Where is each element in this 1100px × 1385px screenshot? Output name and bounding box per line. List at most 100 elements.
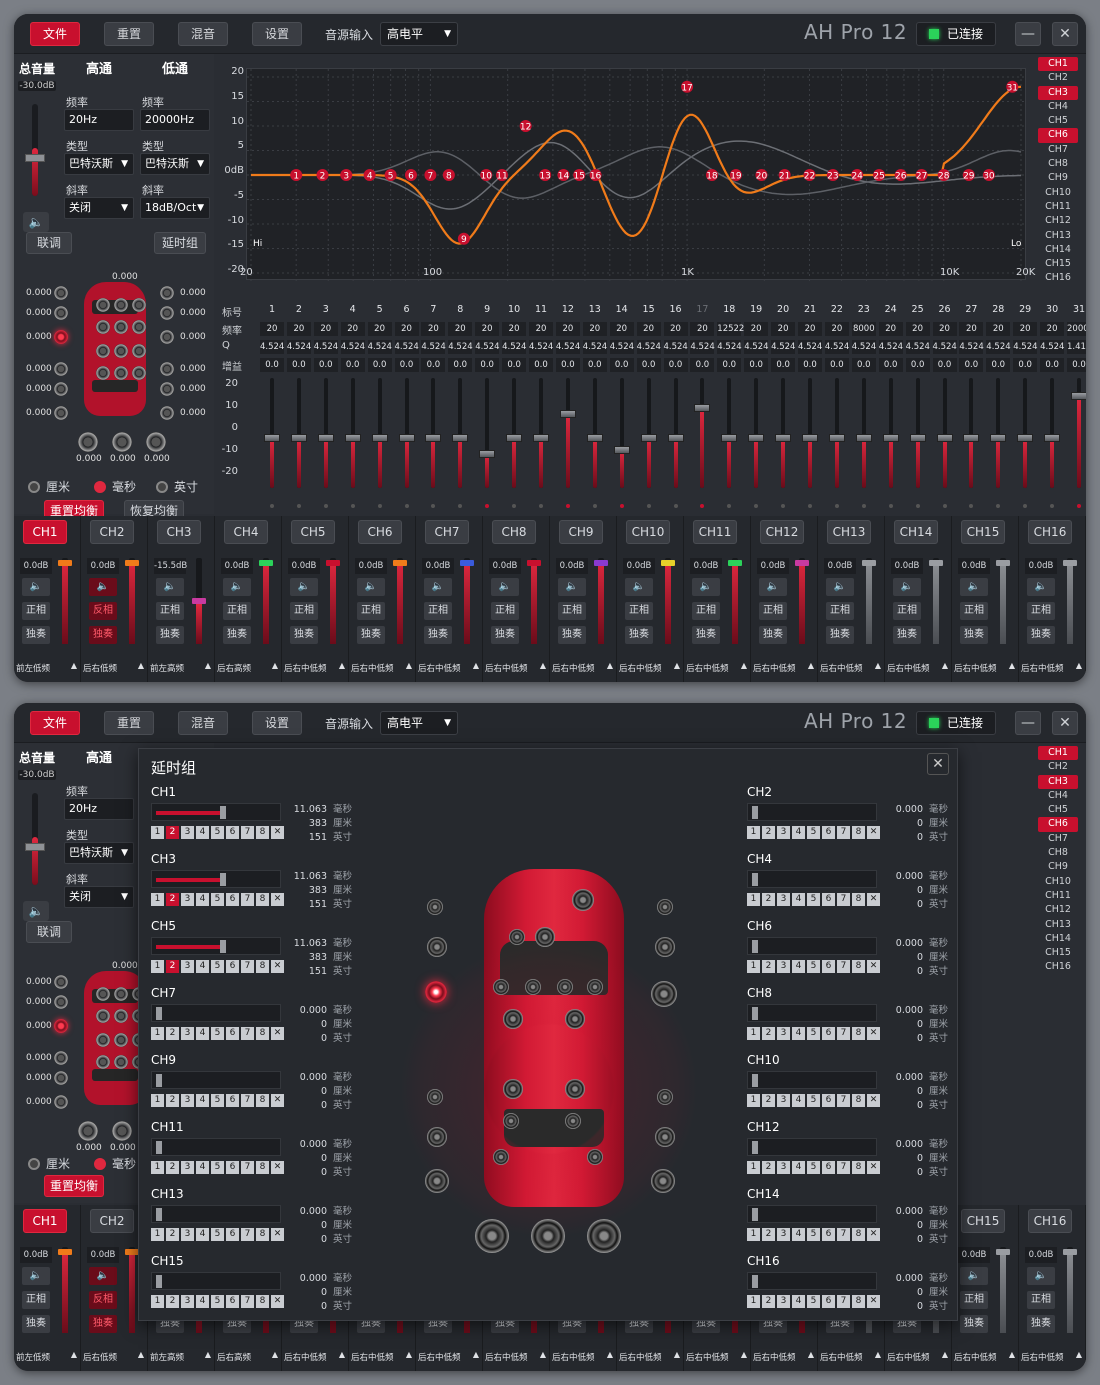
channel-select-ch3[interactable]: CH3 xyxy=(1038,774,1078,789)
eq-gain-knob[interactable] xyxy=(506,434,523,442)
eq-gain-knob[interactable] xyxy=(344,434,361,442)
settings-menu-button[interactable]: 设置 xyxy=(252,22,302,46)
delay-slider[interactable] xyxy=(151,937,281,955)
delay-value[interactable]: 0 xyxy=(287,1300,327,1314)
chevron-up-icon[interactable]: ▲ xyxy=(741,661,747,670)
eq-gain-knob[interactable] xyxy=(802,434,818,442)
delay-group-button-6[interactable]: 6 xyxy=(822,960,835,973)
channel-tab-ch11[interactable]: CH11 xyxy=(693,520,737,544)
reset-menu-button[interactable]: 重置 xyxy=(104,711,154,735)
link-button[interactable]: 联调 xyxy=(26,921,72,943)
channel-tab-ch4[interactable]: CH4 xyxy=(224,520,268,544)
delay-group-button-8[interactable]: 8 xyxy=(852,826,865,839)
eq-q-cell[interactable]: 4.524 xyxy=(986,340,1011,354)
chevron-up-icon[interactable]: ▲ xyxy=(1076,1350,1082,1359)
delay-group-button-✕[interactable]: ✕ xyxy=(867,1027,880,1040)
chevron-up-icon[interactable]: ▲ xyxy=(406,1350,412,1359)
delay-group-button-3[interactable]: 3 xyxy=(181,893,194,906)
car-speaker-dot[interactable] xyxy=(96,1055,110,1069)
delay-group-button-4[interactable]: 4 xyxy=(792,893,805,906)
hp-type-select[interactable]: 巴特沃斯 ▼ xyxy=(64,842,134,864)
speaker-dot-left[interactable] xyxy=(54,1095,68,1109)
phase-button[interactable]: 正相 xyxy=(625,602,653,620)
speaker-mute-icon[interactable]: 🔈 xyxy=(625,578,653,596)
speaker-mute-icon[interactable]: 🔈 xyxy=(960,1267,988,1285)
delay-slider-knob[interactable] xyxy=(156,1275,162,1288)
channel-volume-knob[interactable] xyxy=(996,560,1010,566)
delay-group-button-6[interactable]: 6 xyxy=(822,1161,835,1174)
car-speaker-icon[interactable] xyxy=(427,899,443,915)
eq-gain-cell[interactable]: 0.0 xyxy=(555,358,580,372)
chevron-up-icon[interactable]: ▲ xyxy=(473,1350,479,1359)
delay-group-button-3[interactable]: 3 xyxy=(777,1094,790,1107)
channel-volume-slider[interactable] xyxy=(665,558,671,644)
eq-q-cell[interactable]: 4.524 xyxy=(932,340,957,354)
speaker-dot-left[interactable] xyxy=(54,382,68,396)
car-speaker-icon[interactable] xyxy=(427,1127,447,1147)
speaker-mute-icon[interactable]: 🔈 xyxy=(491,578,519,596)
delay-group-button-6[interactable]: 6 xyxy=(226,893,239,906)
delay-group-button-2[interactable]: 2 xyxy=(762,1027,775,1040)
delay-group-button-4[interactable]: 4 xyxy=(792,1094,805,1107)
delay-group-button-7[interactable]: 7 xyxy=(241,1027,254,1040)
delay-slider-knob[interactable] xyxy=(752,873,758,886)
channel-volume-slider[interactable] xyxy=(732,558,738,644)
delay-group-button-7[interactable]: 7 xyxy=(837,1161,850,1174)
speaker-dot-left[interactable] xyxy=(54,1051,68,1065)
phase-button[interactable]: 正相 xyxy=(759,602,787,620)
delay-group-button-6[interactable]: 6 xyxy=(226,1161,239,1174)
file-menu-button[interactable]: 文件 xyxy=(30,711,80,735)
eq-frequency-cell[interactable]: 20 xyxy=(260,322,284,336)
speaker-mute-icon[interactable]: 🔈 xyxy=(357,578,385,596)
link-button[interactable]: 联调 xyxy=(26,232,72,254)
solo-button[interactable]: 独奏 xyxy=(22,1315,50,1333)
delay-group-button-2[interactable]: 2 xyxy=(166,1161,179,1174)
phase-button[interactable]: 正相 xyxy=(1027,1291,1055,1309)
delay-slider[interactable] xyxy=(151,870,281,888)
eq-gain-cell[interactable]: 0.0 xyxy=(582,358,607,372)
eq-gain-cell[interactable]: 0.0 xyxy=(1040,358,1065,372)
channel-select-ch14[interactable]: CH14 xyxy=(1038,932,1078,946)
delay-value[interactable]: 0.000 xyxy=(883,937,923,951)
phase-button[interactable]: 正相 xyxy=(826,602,854,620)
channel-select-ch8[interactable]: CH8 xyxy=(1038,846,1078,860)
phase-button[interactable]: 反相 xyxy=(89,1291,117,1309)
delay-group-button-5[interactable]: 5 xyxy=(807,1228,820,1241)
eq-frequency-cell[interactable]: 20 xyxy=(475,322,500,336)
eq-q-cell[interactable]: 4.524 xyxy=(609,340,634,354)
car-speaker-dot[interactable] xyxy=(114,344,128,358)
delay-group-button-4[interactable]: 4 xyxy=(792,960,805,973)
eq-gain-cell[interactable]: 0.0 xyxy=(986,358,1011,372)
eq-gain-cell[interactable]: 0.0 xyxy=(421,358,446,372)
chevron-up-icon[interactable]: ▲ xyxy=(540,1350,546,1359)
delay-value[interactable]: 0 xyxy=(883,951,923,965)
delay-value[interactable]: 0.000 xyxy=(287,1138,327,1152)
eq-gain-knob[interactable] xyxy=(882,434,899,442)
delay-group-button-3[interactable]: 3 xyxy=(777,826,790,839)
car-speaker-dot[interactable] xyxy=(114,366,128,380)
unit-ms-radio[interactable]: 毫秒 xyxy=(94,478,136,495)
delay-group-button-2[interactable]: 2 xyxy=(762,826,775,839)
channel-gain-value[interactable]: 0.0dB xyxy=(489,558,521,574)
car-speaker-icon[interactable] xyxy=(535,927,555,947)
delay-slider[interactable] xyxy=(747,870,877,888)
delay-group-button-7[interactable]: 7 xyxy=(837,1228,850,1241)
chevron-up-icon[interactable]: ▲ xyxy=(473,661,479,670)
delay-slider-knob[interactable] xyxy=(156,1208,162,1221)
delay-group-button-5[interactable]: 5 xyxy=(211,893,224,906)
delay-group-button-4[interactable]: 4 xyxy=(792,1295,805,1308)
channel-select-ch13[interactable]: CH13 xyxy=(1038,229,1078,243)
eq-gain-knob[interactable] xyxy=(479,450,496,458)
eq-gain-cell[interactable]: 0.0 xyxy=(851,358,876,372)
eq-gain-knob[interactable] xyxy=(1044,434,1061,442)
car-speaker-dot[interactable] xyxy=(96,298,110,312)
delay-group-button-6[interactable]: 6 xyxy=(226,1295,239,1308)
channel-volume-knob[interactable] xyxy=(192,598,206,604)
solo-button[interactable]: 独奏 xyxy=(1027,626,1055,644)
car-speaker-icon[interactable] xyxy=(427,1089,443,1105)
eq-frequency-cell[interactable]: 20 xyxy=(878,322,903,336)
channel-volume-knob[interactable] xyxy=(728,560,742,566)
eq-gain-knob[interactable] xyxy=(963,434,980,442)
solo-button[interactable]: 独奏 xyxy=(357,626,385,644)
car-speaker-icon[interactable] xyxy=(475,1219,509,1253)
